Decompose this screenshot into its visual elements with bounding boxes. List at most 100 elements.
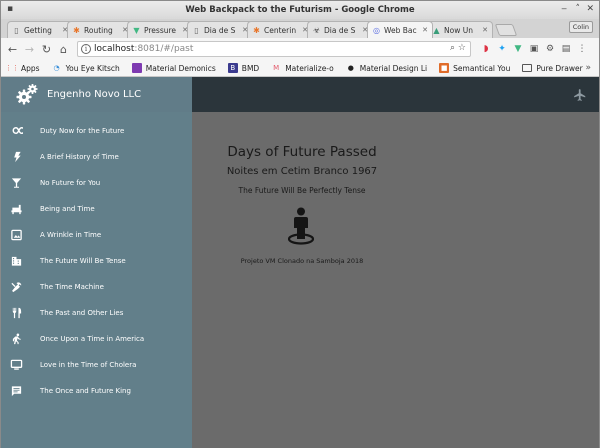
bookmark-item[interactable]: Material Demonics: [131, 63, 216, 73]
tab-label: Centerin: [264, 25, 297, 35]
browser-tab[interactable]: ✱ Centerin ✕: [247, 21, 313, 38]
window-menu-icon[interactable]: ▪: [7, 4, 13, 15]
reload-icon[interactable]: ↻: [39, 43, 54, 56]
bookmark-label: Materialize-o: [285, 63, 334, 73]
vue-icon: ▼: [133, 25, 140, 35]
browser-tab[interactable]: ☣ Dia de S ✕: [307, 21, 373, 38]
close-tab-icon[interactable]: ✕: [422, 26, 428, 34]
bookmark-item[interactable]: Pure Drawer: [522, 63, 583, 73]
sidebar-item[interactable]: Being and Time: [1, 196, 192, 222]
settings-icon[interactable]: ⚙: [543, 44, 557, 54]
person-pin-icon: [288, 207, 314, 245]
github-icon: ●: [347, 64, 354, 72]
sidebar-item-label: Once Upon a Time in America: [40, 335, 145, 343]
tab-label: Web Bac: [384, 25, 417, 35]
extension-icon[interactable]: ▣: [527, 44, 541, 54]
apps-icon: ⋮⋮: [5, 64, 19, 72]
tab-label: Pressure: [144, 25, 177, 35]
bookmark-label: BMD: [241, 63, 260, 73]
browser-tab[interactable]: ▯ Dia de S ✕: [187, 21, 253, 38]
sidebar-item-label: A Brief History of Time: [40, 153, 119, 161]
sidebar-item[interactable]: A Wrinkle in Time: [1, 222, 192, 248]
tab-label: Now Un: [444, 25, 473, 35]
tab-label: Routing: [84, 25, 113, 35]
bookmark-item[interactable]: ● Material Design Li: [346, 63, 427, 73]
sidebar-item-label: The Past and Other Lies: [40, 309, 124, 317]
cocktail-icon: [11, 178, 22, 188]
bookmark-label: Material Demonics: [145, 63, 216, 73]
bookmark-label: You Eye Kitsch: [65, 63, 120, 73]
minimize-icon[interactable]: ‒: [561, 4, 567, 15]
back-icon[interactable]: ←: [5, 43, 20, 56]
m-icon: M: [273, 64, 280, 72]
triangle-icon: ▲: [433, 25, 440, 35]
address-bar[interactable]: i localhost:8081/#/past ⌕ ☆: [77, 41, 471, 57]
browser-tab[interactable]: ◎ Web Bac ✕: [367, 21, 433, 38]
screenshot-icon[interactable]: ▤: [559, 44, 573, 54]
pocket-icon[interactable]: ◗: [479, 44, 493, 54]
sidebar-item-label: The Time Machine: [40, 283, 104, 291]
browser-tab[interactable]: ▼ Pressure ✕: [127, 21, 193, 38]
vue-devtools-icon[interactable]: ▼: [511, 44, 525, 54]
tab-label: Getting: [24, 25, 52, 35]
photo-album-icon: [11, 229, 22, 241]
sidebar-item[interactable]: The Once and Future King: [1, 378, 192, 404]
close-window-icon[interactable]: ✕: [586, 4, 594, 15]
brand-name: Engenho Novo LLC: [47, 89, 142, 100]
bookmark-label: Pure Drawer: [536, 63, 583, 73]
bookmark-item[interactable]: M Materialize-o: [271, 63, 334, 73]
bookmarks-overflow-icon[interactable]: »: [585, 63, 591, 73]
zoom-star-icons[interactable]: ⌕ ☆: [450, 43, 466, 53]
sidebar-item[interactable]: Love in the Time of Cholera: [1, 352, 192, 378]
bookmark-label: Semantical You: [453, 63, 511, 73]
tab-strip: ▯ Getting ✕ ✱ Routing ✕ ▼ Pressure ✕ ▯ Dia de S ✕ ✱ C…: [1, 19, 599, 38]
window-title: Web Backpack to the Futurism - Google Ch…: [185, 5, 415, 15]
bookmark-item[interactable]: B BMD: [227, 63, 260, 73]
page-footer-text: Projeto VM Clonado na Samboja 2018: [240, 257, 364, 265]
web-icon: ◎: [373, 25, 380, 35]
browser-tab[interactable]: ✱ Routing ✕: [67, 21, 133, 38]
sidebar-item-label: No Future for You: [40, 179, 101, 187]
sidebar-item[interactable]: Once Upon a Time in America: [1, 326, 192, 352]
bookmark-item[interactable]: ⋮⋮ Apps: [5, 63, 40, 73]
browser-tab[interactable]: ▲ Now Un ✕: [427, 21, 493, 38]
address-path: :8081/#/past: [134, 44, 194, 54]
airplane-icon[interactable]: [573, 88, 587, 102]
brand[interactable]: Engenho Novo LLC: [1, 77, 192, 112]
browser-tab[interactable]: ▯ Getting ✕: [7, 21, 73, 38]
title-bar: ▪ Web Backpack to the Futurism - Google …: [1, 1, 599, 19]
home-icon[interactable]: ⌂: [56, 43, 71, 56]
app-bar: [192, 77, 599, 112]
sidebar-item[interactable]: Duty Now for the Future: [1, 118, 192, 144]
twitter-icon[interactable]: ✦: [495, 44, 509, 54]
sidebar-item-label: Love in the Time of Cholera: [40, 361, 137, 369]
asterisk-icon: ✱: [253, 25, 260, 35]
forward-icon[interactable]: →: [22, 43, 37, 56]
page-icon: ▯: [14, 25, 19, 35]
sidebar-item[interactable]: The Past and Other Lies: [1, 300, 192, 326]
bookmarks-bar: ⋮⋮ Apps ◔ You Eye Kitsch Material Demonics B B…: [1, 60, 599, 77]
page-subtitle: Noites em Cetim Branco 1967: [226, 166, 378, 177]
square-icon: [131, 63, 142, 73]
monitor-icon: [10, 359, 23, 370]
profile-button[interactable]: Colin: [568, 21, 593, 33]
toolbar: ← → ↻ ⌂ i localhost:8081/#/past ⌕ ☆ ◗ ✦ …: [1, 38, 599, 60]
bookmark-item[interactable]: ■ Semantical You: [439, 63, 510, 73]
sidebar-item[interactable]: The Time Machine: [1, 274, 192, 300]
new-tab-button[interactable]: [494, 24, 518, 36]
sidebar-item[interactable]: The Future Will Be Tense: [1, 248, 192, 274]
restaurant-icon: [12, 307, 22, 319]
folder-icon: [522, 64, 533, 72]
info-icon[interactable]: i: [81, 44, 91, 54]
comment-icon: [11, 386, 22, 397]
infinity-icon: [12, 127, 23, 135]
more-menu-icon[interactable]: ⋮: [575, 44, 589, 54]
sidebar-item[interactable]: A Brief History of Time: [1, 144, 192, 170]
bookmark-item[interactable]: ◔ You Eye Kitsch: [52, 63, 120, 73]
close-tab-icon[interactable]: ✕: [482, 26, 488, 34]
maximize-icon[interactable]: ˄: [576, 4, 581, 15]
biohazard-icon: ☣: [312, 25, 321, 35]
main-content: Days of Future Passed Noites em Cetim Br…: [192, 112, 599, 448]
building-icon: [11, 256, 22, 266]
sidebar-item[interactable]: No Future for You: [1, 170, 192, 196]
